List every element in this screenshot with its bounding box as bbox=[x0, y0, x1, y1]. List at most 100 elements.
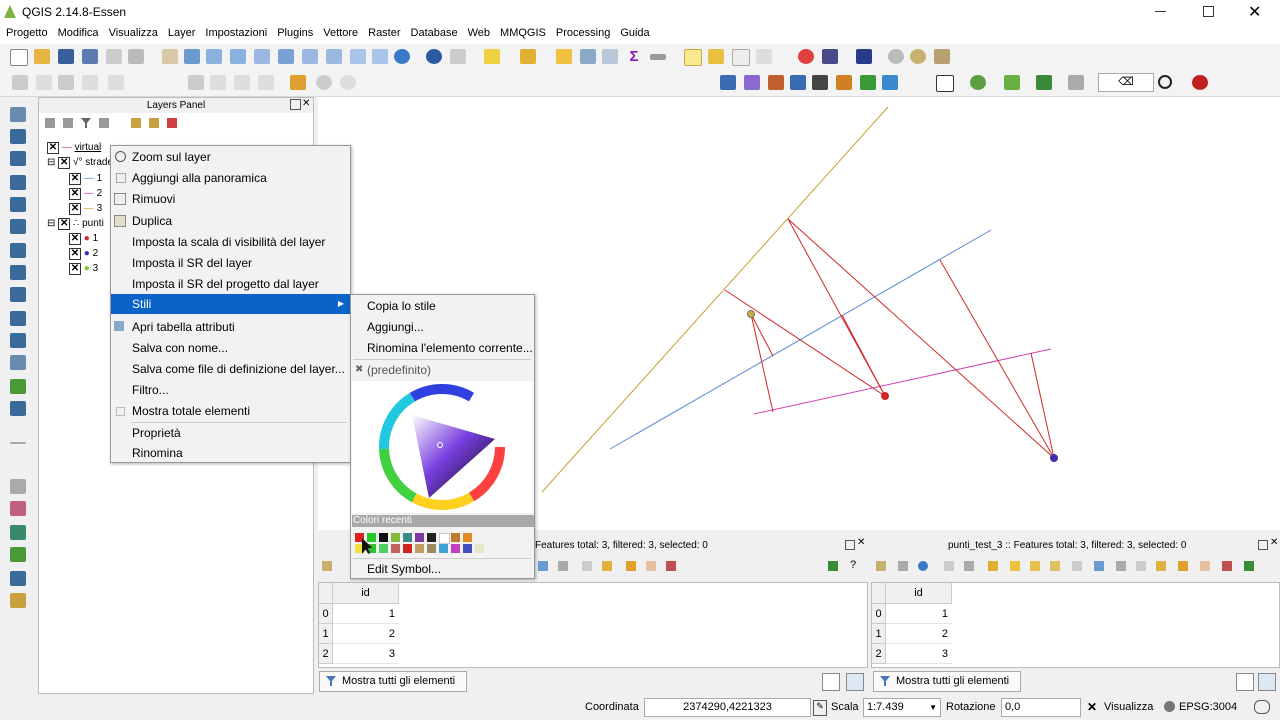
menu-item-zoom-to-layer[interactable]: Zoom sul layer bbox=[111, 147, 350, 167]
invert-selection-icon[interactable] bbox=[1030, 561, 1040, 571]
visibility-checkbox[interactable]: ✕ bbox=[58, 218, 71, 230]
form-view-icon[interactable] bbox=[846, 673, 864, 691]
render-checkbox[interactable]: ✕ bbox=[1087, 700, 1097, 714]
table-cell[interactable]: 2 bbox=[333, 624, 399, 644]
save-project-icon[interactable] bbox=[58, 49, 74, 64]
zoom-selection-icon[interactable] bbox=[1094, 561, 1104, 571]
add-virtual-layer-icon[interactable] bbox=[10, 355, 26, 370]
menu-item-set-layer-crs[interactable]: Imposta il SR del layer bbox=[111, 253, 350, 273]
plugin-a-icon[interactable] bbox=[744, 75, 760, 90]
column-header-id[interactable]: id bbox=[886, 583, 952, 604]
close-icon[interactable]: ✕ bbox=[1248, 2, 1261, 22]
row-header[interactable]: 0 bbox=[319, 604, 333, 624]
show-all-features-button[interactable]: Mostra tutti gli elementi bbox=[873, 671, 1021, 692]
show-bookmarks-icon[interactable] bbox=[732, 49, 750, 66]
plugin-h-icon[interactable] bbox=[1004, 75, 1020, 90]
recent-color-swatch[interactable] bbox=[391, 544, 400, 553]
plugin-d-icon[interactable] bbox=[812, 75, 828, 90]
zoom-full-icon[interactable] bbox=[278, 49, 294, 64]
recent-color-swatch[interactable] bbox=[379, 544, 388, 553]
recent-color-swatch[interactable] bbox=[415, 533, 424, 542]
menu-raster[interactable]: Raster bbox=[362, 24, 404, 44]
plugin-settings-icon[interactable] bbox=[910, 49, 926, 64]
menu-item-set-project-crs[interactable]: Imposta il SR del progetto dal layer bbox=[111, 274, 350, 294]
copy-rows-icon[interactable] bbox=[582, 561, 592, 571]
add-oracle-icon[interactable] bbox=[10, 219, 26, 234]
field-calc-icon[interactable] bbox=[1222, 561, 1232, 571]
run-feature-action-icon[interactable] bbox=[450, 49, 466, 64]
minimize-icon[interactable] bbox=[1155, 11, 1166, 12]
plugin-j-icon[interactable] bbox=[1068, 75, 1084, 90]
menu-item-rename-current[interactable]: Rinomina l'elemento corrente... bbox=[351, 338, 534, 358]
help-icon[interactable] bbox=[856, 49, 872, 64]
redo-icon[interactable] bbox=[340, 75, 356, 90]
form-view-icon[interactable] bbox=[1258, 673, 1276, 691]
visibility-checkbox[interactable]: ✕ bbox=[69, 248, 81, 260]
add-feature-icon[interactable] bbox=[82, 75, 98, 90]
maximize-icon[interactable] bbox=[1203, 6, 1214, 17]
paste-rows-icon[interactable] bbox=[602, 561, 612, 571]
add-gpx-icon[interactable] bbox=[10, 442, 26, 444]
metasearch-icon[interactable] bbox=[10, 593, 26, 608]
table-cell[interactable]: 1 bbox=[333, 604, 399, 624]
new-spatialite-layer-icon[interactable] bbox=[10, 401, 26, 416]
row-header[interactable]: 2 bbox=[319, 644, 333, 664]
open-layer-styling-icon[interactable] bbox=[45, 118, 55, 128]
add-wfs-icon[interactable] bbox=[10, 311, 26, 326]
float-panel-icon[interactable] bbox=[845, 540, 855, 550]
recent-color-swatch[interactable] bbox=[463, 533, 472, 542]
save-edits-icon[interactable] bbox=[898, 561, 908, 571]
menu-database[interactable]: Database bbox=[405, 24, 462, 44]
close-panel-icon[interactable]: ✕ bbox=[857, 537, 865, 548]
add-spatialite-icon[interactable] bbox=[10, 175, 26, 190]
toggle-editing-icon[interactable] bbox=[36, 75, 52, 90]
deselect-all-icon[interactable] bbox=[1050, 561, 1060, 571]
add-wms-icon[interactable] bbox=[10, 265, 26, 280]
layer-row-virtual[interactable]: ✕ — virtual bbox=[47, 140, 101, 155]
legend-item[interactable]: ✕ ● 3 bbox=[69, 261, 98, 276]
menu-item-save-as[interactable]: Salva con nome... bbox=[111, 338, 350, 358]
plugin-i-icon[interactable] bbox=[1036, 75, 1052, 90]
row-header[interactable]: 1 bbox=[319, 624, 333, 644]
add-group-icon[interactable] bbox=[63, 118, 73, 128]
new-project-icon[interactable] bbox=[10, 49, 28, 66]
save-edits-icon[interactable] bbox=[58, 75, 74, 90]
zoom-last-icon[interactable] bbox=[350, 49, 366, 64]
plugin-g-icon[interactable] bbox=[882, 75, 898, 90]
zoom-in-icon[interactable] bbox=[206, 49, 222, 64]
messages-icon[interactable] bbox=[1254, 700, 1270, 714]
table-view-icon[interactable] bbox=[1236, 673, 1254, 691]
text-annotation-icon[interactable] bbox=[756, 49, 772, 64]
remove-layer-icon[interactable] bbox=[167, 118, 177, 128]
current-edits-icon[interactable] bbox=[12, 75, 28, 90]
menu-layer[interactable]: Layer bbox=[162, 24, 200, 44]
add-postgis-icon[interactable] bbox=[10, 151, 26, 166]
menu-processing[interactable]: Processing bbox=[550, 24, 614, 44]
visibility-checkbox[interactable]: ✕ bbox=[47, 142, 59, 154]
crs-label[interactable]: EPSG:3004 bbox=[1179, 701, 1237, 713]
filter-legend-icon[interactable] bbox=[81, 118, 91, 128]
open-project-icon[interactable] bbox=[34, 49, 50, 64]
paste-icon[interactable] bbox=[258, 75, 274, 90]
column-header-id[interactable]: id bbox=[333, 583, 399, 604]
menu-modifica[interactable]: Modifica bbox=[52, 24, 103, 44]
add-raster-icon[interactable] bbox=[10, 129, 26, 144]
menu-item-save-layer-definition[interactable]: Salva come file di definizione del layer… bbox=[111, 359, 350, 379]
menu-plugins[interactable]: Plugins bbox=[271, 24, 317, 44]
select-by-value-icon[interactable] bbox=[520, 49, 536, 64]
menu-item-open-attribute-table[interactable]: Apri tabella attributi bbox=[111, 317, 350, 337]
vertex-tool-icon[interactable] bbox=[10, 479, 26, 494]
row-header[interactable]: 1 bbox=[872, 624, 886, 644]
new-field-icon[interactable] bbox=[626, 561, 636, 571]
menu-item-properties[interactable]: Proprietà bbox=[111, 423, 350, 443]
recent-color-swatch[interactable] bbox=[367, 533, 376, 542]
actions-icon[interactable] bbox=[828, 561, 838, 571]
visibility-checkbox[interactable]: ✕ bbox=[69, 203, 81, 215]
zoom-out-icon[interactable] bbox=[230, 49, 246, 64]
menu-item-scale-visibility[interactable]: Imposta la scala di visibilità del layer bbox=[111, 232, 350, 252]
recent-color-swatch[interactable] bbox=[391, 533, 400, 542]
float-panel-icon[interactable] bbox=[290, 99, 301, 110]
statistical-summary-icon[interactable]: Σ bbox=[626, 49, 642, 64]
menu-item-filter[interactable]: Filtro... bbox=[111, 380, 350, 400]
select-expression-icon[interactable] bbox=[988, 561, 998, 571]
